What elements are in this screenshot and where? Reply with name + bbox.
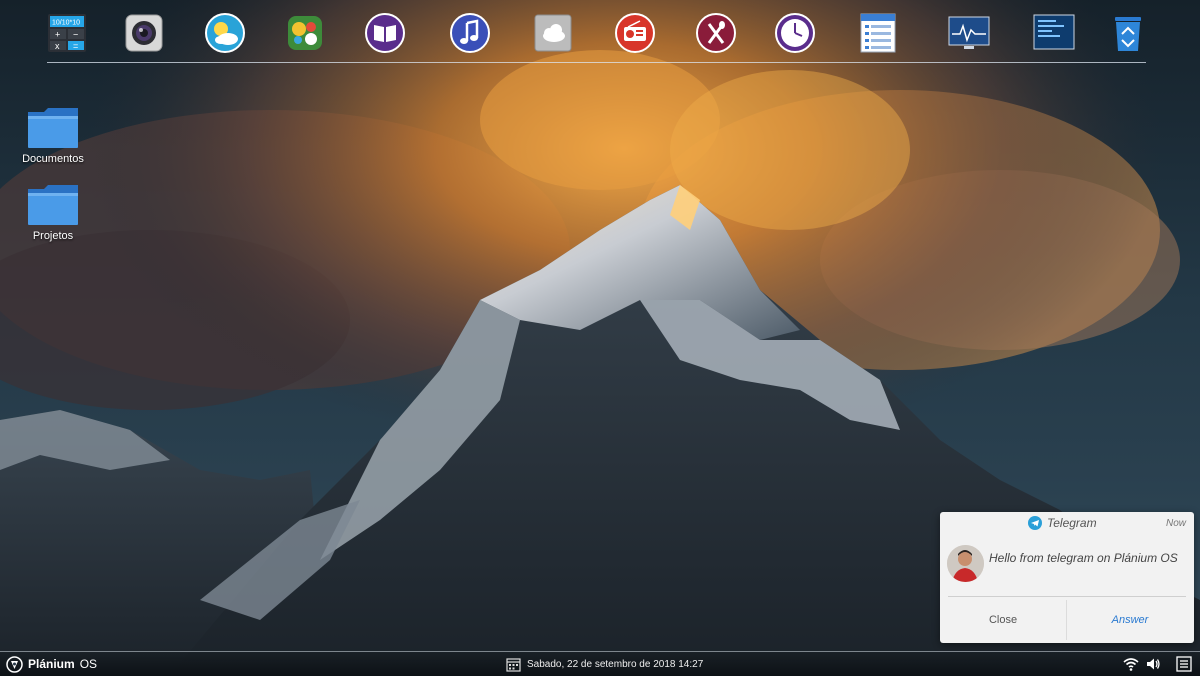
notification-app-name: Telegram: [1047, 516, 1097, 530]
menu-icon: [1176, 656, 1192, 672]
dock-item-system-monitor[interactable]: [948, 12, 990, 54]
telegram-notification: Telegram Now Hello from telegram on Plán…: [940, 512, 1194, 643]
svg-text:10/10*10: 10/10*10: [52, 20, 80, 27]
dock-item-cloud-storage[interactable]: [532, 12, 574, 54]
notification-divider: [948, 596, 1186, 597]
desktop-folder-documentos[interactable]: Documentos: [13, 106, 93, 165]
application-dock: 10/10*10 + − x =: [0, 0, 1200, 64]
dock-separator: [47, 62, 1146, 63]
svg-text:+: +: [55, 30, 60, 40]
ebook-reader-icon: [365, 13, 405, 53]
desktop-icon-label: Documentos: [22, 153, 84, 165]
taskbar-datetime: Sabado, 22 de setembro de 2018 14:27: [527, 658, 704, 670]
menu-button[interactable]: [1176, 656, 1192, 672]
radio-icon: [615, 13, 655, 53]
notification-time: Now: [1165, 518, 1186, 529]
notification-app: Telegram: [1028, 516, 1097, 530]
system-monitor-icon: [948, 16, 990, 49]
task-list-icon: [860, 13, 896, 53]
taskbar-clock[interactable]: Sabado, 22 de setembro de 2018 14:27: [506, 655, 703, 673]
trash-icon: [1115, 17, 1141, 51]
wifi-button[interactable]: [1123, 656, 1139, 672]
calculator-icon: 10/10*10 + − x =: [48, 14, 86, 52]
avatar: [947, 545, 984, 582]
dock-item-webcam[interactable]: [123, 12, 165, 54]
dock-item-calculator[interactable]: 10/10*10 + − x =: [46, 12, 88, 54]
svg-text:=: =: [73, 41, 78, 51]
dock-item-games[interactable]: [284, 12, 326, 54]
desktop-icon-label: Projetos: [32, 230, 74, 242]
clock-icon: [775, 13, 815, 53]
brand-name: Plánium: [28, 657, 75, 671]
dock-item-trash[interactable]: [1107, 12, 1149, 54]
answer-button[interactable]: Answer: [1067, 600, 1193, 640]
dock-item-music-player[interactable]: [449, 12, 491, 54]
taskbar: Plánium OS Sabado, 22 de setembro de 201…: [0, 651, 1200, 676]
recipes-icon: [696, 13, 736, 53]
dock-item-clock[interactable]: [774, 12, 816, 54]
dock-item-weather[interactable]: [204, 12, 246, 54]
calendar-icon: [506, 657, 521, 672]
notification-header: Telegram Now: [940, 512, 1194, 536]
cloud-storage-icon: [534, 14, 572, 52]
wifi-icon: [1123, 658, 1139, 671]
desktop-folder-projetos[interactable]: Projetos: [13, 183, 93, 242]
notification-message: Hello from telegram on Plánium OS: [989, 551, 1178, 565]
dock-item-terminal[interactable]: [1033, 12, 1075, 54]
dock-item-ebook-reader[interactable]: [364, 12, 406, 54]
svg-text:x: x: [55, 41, 60, 51]
folder-icon: [28, 108, 78, 148]
dock-item-task-list[interactable]: [857, 12, 899, 54]
start-menu-button[interactable]: Plánium OS: [6, 655, 97, 673]
brand-suffix: OS: [79, 657, 98, 671]
volume-button[interactable]: [1145, 656, 1161, 672]
weather-icon: [205, 13, 245, 53]
dock-item-recipes[interactable]: [695, 12, 737, 54]
planium-logo-icon: [6, 655, 23, 673]
close-button[interactable]: Close: [940, 600, 1066, 640]
webcam-icon: [125, 14, 163, 52]
games-icon: [288, 16, 322, 50]
folder-icon: [28, 185, 78, 225]
volume-icon: [1147, 658, 1160, 670]
dock-item-radio[interactable]: [614, 12, 656, 54]
terminal-icon: [1033, 14, 1075, 50]
svg-text:−: −: [73, 30, 78, 40]
music-player-icon: [450, 13, 490, 53]
telegram-icon: [1028, 516, 1042, 530]
